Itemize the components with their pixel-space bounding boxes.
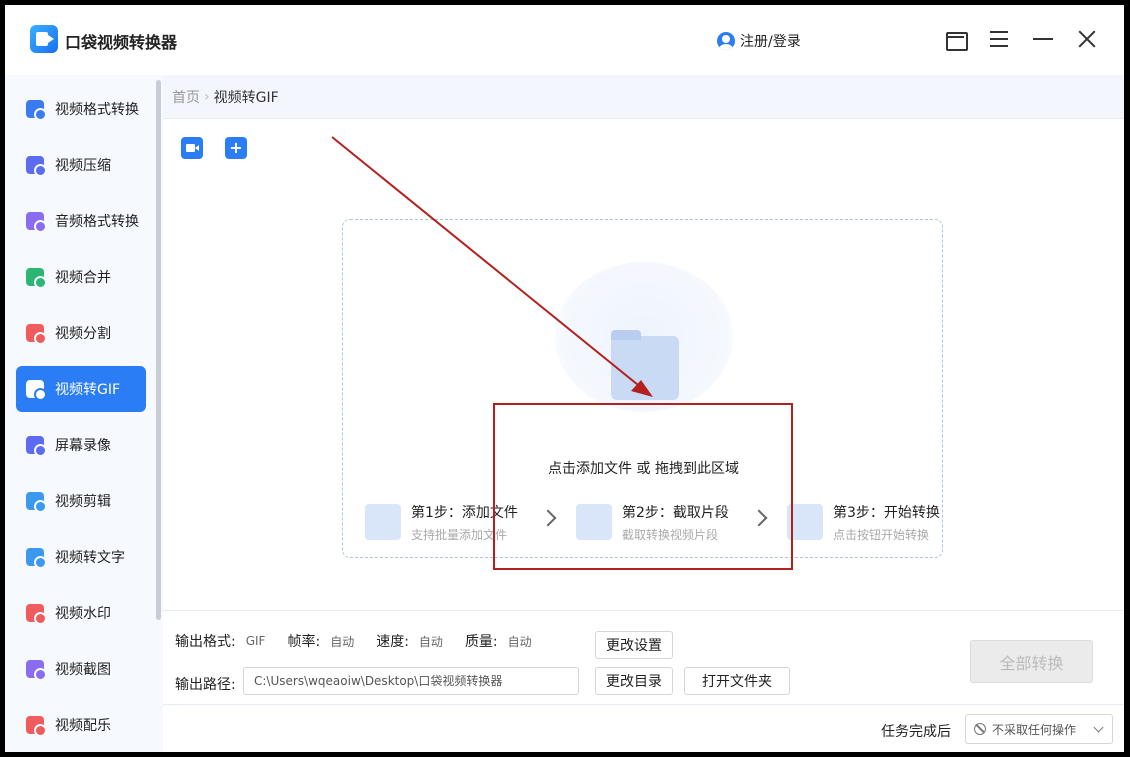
format-label: 输出格式: [175,634,236,650]
speed-value: 自动 [418,634,443,649]
path-label: 输出路径: [175,677,236,693]
output-path-input[interactable]: C:\Users\wqeaoiw\Desktop\口袋视频转换器 [243,667,579,695]
format-value: GIF [245,634,266,648]
footer-bar: 任务完成后 不采取任何操作 [163,704,1124,752]
convert-all-button[interactable]: 全部转换 [970,640,1093,683]
open-folder-button[interactable]: 打开文件夹 [684,667,790,695]
fps-value: 自动 [330,634,355,649]
speed-label: 速度: [376,634,409,650]
chevron-down-icon [1093,722,1104,733]
change-directory-button[interactable]: 更改目录 [595,667,673,695]
app-window: 口袋视频转换器 注册/登录 视频格式转换 视频压缩 音频格式转换 视频合并 视频分割 视频… [5,5,1124,752]
fps-label: 帧率: [287,634,321,650]
output-settings-panel: 输出格式: GIF 帧率: 自动 速度: 自动 质量: 自动 更改设置 输出路径… [163,610,1124,710]
quality-label: 质量: [464,634,498,650]
ban-icon [974,723,986,735]
after-task-value: 不采取任何操作 [992,722,1077,737]
change-settings-button[interactable]: 更改设置 [595,631,673,659]
quality-value: 自动 [507,634,532,649]
after-task-select[interactable]: 不采取任何操作 [965,714,1113,744]
after-task-label: 任务完成后 [881,724,951,740]
output-params: 输出格式: GIF 帧率: 自动 速度: 自动 质量: 自动 [175,631,554,651]
